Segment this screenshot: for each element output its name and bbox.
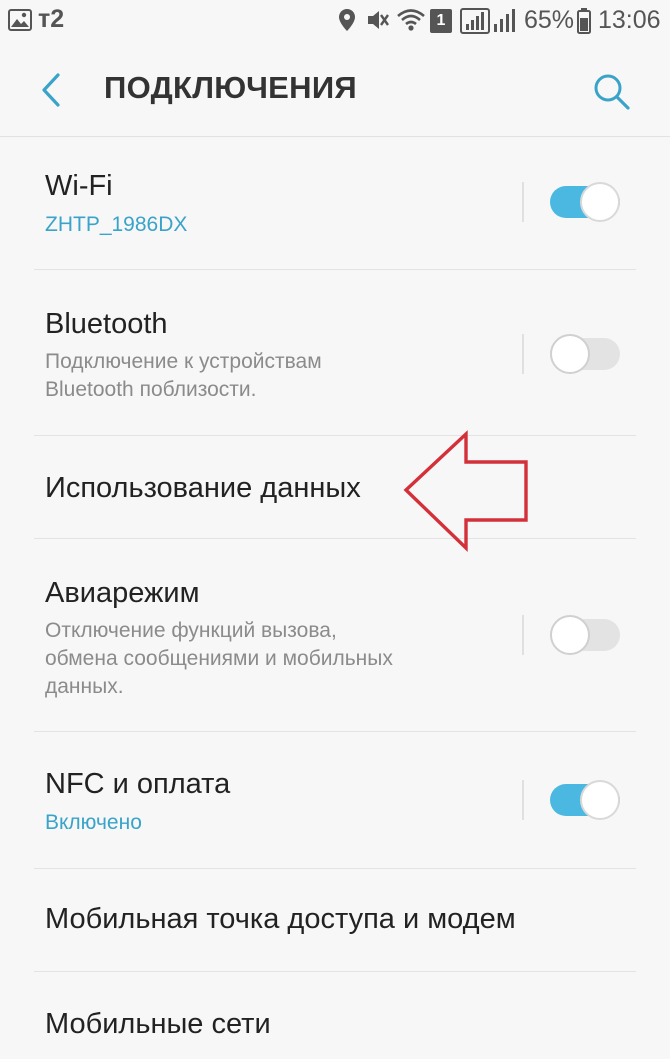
clock: 13:06 bbox=[598, 6, 661, 34]
toggle-knob bbox=[550, 615, 590, 655]
bluetooth-setting[interactable]: Bluetooth Подключение к устройствам Blue… bbox=[0, 270, 670, 435]
search-icon[interactable] bbox=[592, 72, 632, 112]
toggle-knob bbox=[580, 182, 620, 222]
wifi-icon bbox=[396, 8, 426, 32]
row-divider bbox=[522, 780, 524, 820]
row-divider bbox=[522, 615, 524, 655]
battery-percent: 65% bbox=[524, 6, 575, 34]
sim-slot-label: 1 bbox=[430, 9, 452, 33]
toggle-knob bbox=[550, 334, 590, 374]
image-icon bbox=[8, 9, 32, 31]
wifi-setting[interactable]: Wi-Fi ZHTP_1986DX bbox=[0, 136, 670, 270]
airplane-mode-setting[interactable]: Авиарежим Отключение функций вызова, обм… bbox=[0, 539, 670, 731]
wifi-toggle[interactable] bbox=[550, 182, 620, 222]
data-usage-title: Использование данных bbox=[45, 472, 361, 504]
data-usage-setting[interactable]: Использование данных bbox=[0, 436, 670, 538]
app-bar: ПОДКЛЮЧЕНИЯ bbox=[0, 44, 670, 137]
chevron-left-icon[interactable] bbox=[36, 72, 66, 108]
airplane-mode-toggle[interactable] bbox=[550, 615, 620, 655]
airplane-mode-description-line1: Отключение функций вызова, bbox=[45, 619, 337, 642]
bluetooth-title: Bluetooth bbox=[45, 308, 168, 340]
status-bar: т2 1 65% 13:06 bbox=[0, 0, 670, 44]
nfc-setting[interactable]: NFC и оплата Включено bbox=[0, 732, 670, 868]
sim-icon: 1 bbox=[430, 9, 452, 33]
bluetooth-toggle[interactable] bbox=[550, 334, 620, 374]
row-divider bbox=[522, 334, 524, 374]
location-icon bbox=[338, 8, 356, 32]
row-divider bbox=[522, 182, 524, 222]
airplane-mode-title: Авиарежим bbox=[45, 577, 200, 609]
wifi-network-name: ZHTP_1986DX bbox=[45, 213, 188, 236]
hotspot-title: Мобильная точка доступа и модем bbox=[45, 903, 516, 935]
page-title: ПОДКЛЮЧЕНИЯ bbox=[104, 70, 358, 105]
battery-icon bbox=[577, 8, 591, 34]
hotspot-setting[interactable]: Мобильная точка доступа и модем bbox=[0, 869, 670, 971]
bluetooth-description-line1: Подключение к устройствам bbox=[45, 350, 322, 373]
nfc-title: NFC и оплата bbox=[45, 768, 231, 800]
mute-icon bbox=[366, 9, 390, 31]
wifi-title: Wi-Fi bbox=[45, 170, 113, 202]
carrier-label: т2 bbox=[38, 5, 65, 33]
airplane-mode-description-line2: обмена сообщениями и мобильных bbox=[45, 647, 393, 670]
nfc-status: Включено bbox=[45, 811, 142, 834]
mobile-networks-setting[interactable]: Мобильные сети bbox=[0, 972, 670, 1059]
nfc-toggle[interactable] bbox=[550, 780, 620, 820]
airplane-mode-description-line3: данных. bbox=[45, 675, 124, 698]
mobile-networks-title: Мобильные сети bbox=[45, 1008, 271, 1040]
signal-icon bbox=[460, 8, 518, 34]
bluetooth-description-line2: Bluetooth поблизости. bbox=[45, 378, 257, 401]
annotation-arrow-icon bbox=[400, 430, 530, 553]
toggle-knob bbox=[580, 780, 620, 820]
